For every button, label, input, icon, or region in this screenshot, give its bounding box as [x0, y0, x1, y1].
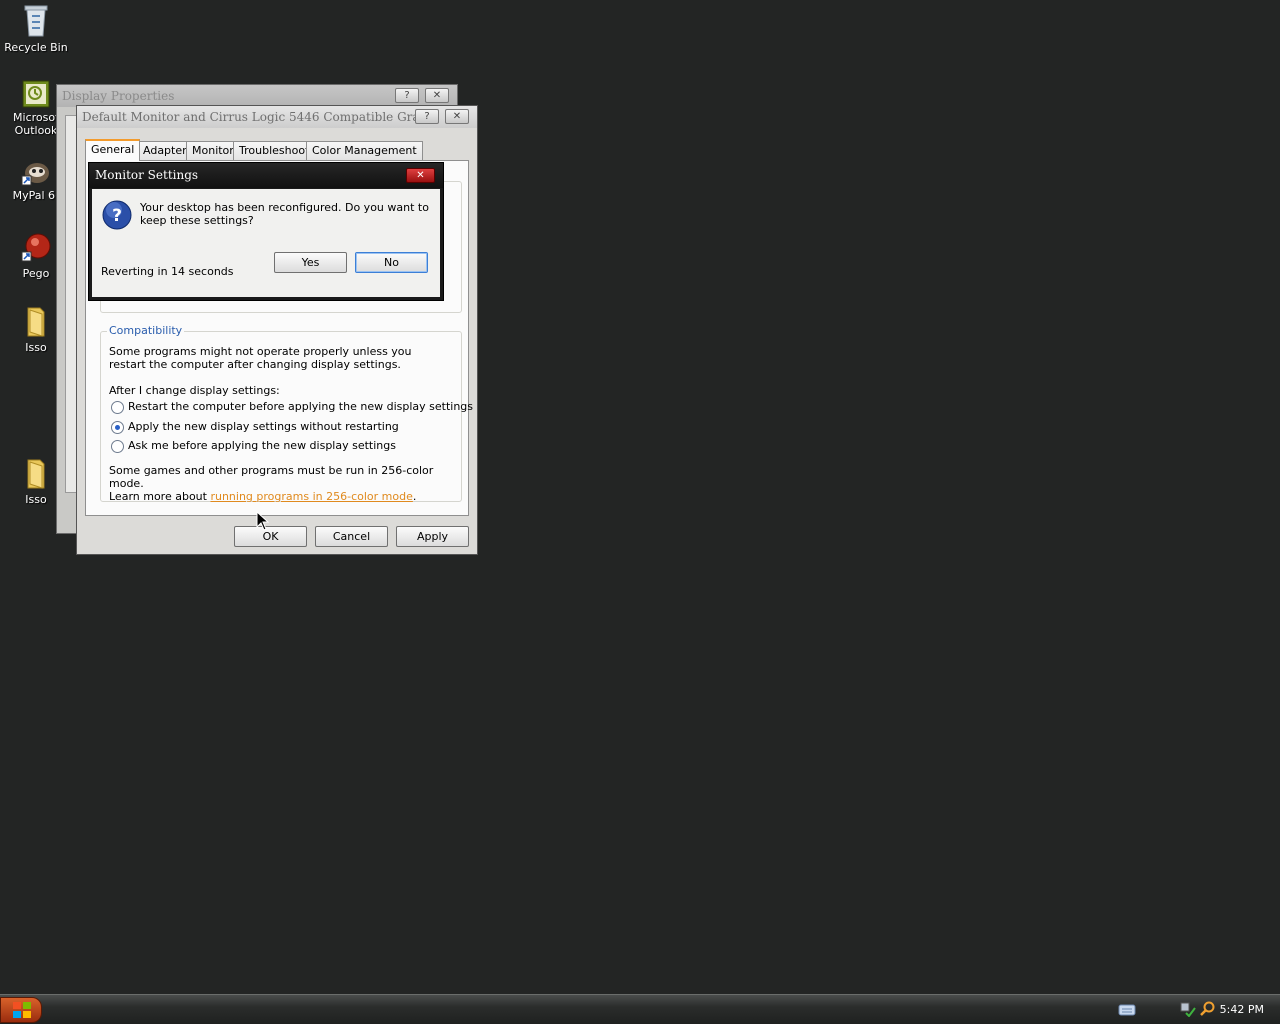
close-button[interactable]: ✕ [445, 109, 469, 124]
taskbar-clock[interactable]: 5:42 PM [1220, 1003, 1264, 1016]
recycle-bin-icon [24, 5, 48, 37]
question-icon: ? [102, 200, 132, 230]
learn-more-link[interactable]: running programs in 256-color mode [210, 490, 412, 503]
radio-button[interactable] [111, 440, 124, 453]
games-text: Some games and other programs must be ru… [109, 464, 434, 490]
tab-color-management[interactable]: Color Management [306, 141, 423, 160]
dialog-body: ? Your desktop has been reconfigured. Do… [92, 189, 440, 297]
folder-icon [27, 459, 45, 489]
mypal-icon [21, 163, 49, 186]
cancel-button[interactable]: Cancel [315, 526, 388, 547]
desktop-icon-recycle-bin[interactable]: Recycle Bin [0, 2, 72, 54]
after-change-label: After I change display settings: [109, 384, 280, 397]
learn-more-prefix: Learn more about [109, 490, 211, 503]
revert-countdown: Reverting in 14 seconds [101, 265, 234, 278]
network-icon[interactable] [1180, 1001, 1196, 1017]
pego-icon [21, 233, 51, 262]
mouse-cursor-icon [256, 511, 270, 531]
dialog-title: Monitor Settings [89, 163, 443, 188]
tab-monitor[interactable]: Monitor [186, 141, 240, 160]
close-button[interactable]: ✕ [406, 168, 435, 183]
folder-icon [27, 307, 45, 337]
no-button[interactable]: No [355, 252, 428, 273]
tab-general[interactable]: General [85, 139, 141, 161]
radio-button[interactable] [111, 421, 124, 434]
compatibility-legend: Compatibility [107, 324, 185, 337]
radio-button[interactable] [111, 401, 124, 414]
start-button[interactable] [0, 997, 42, 1023]
outlook-icon [22, 80, 50, 108]
desktop-icon-label: Recycle Bin [4, 41, 68, 54]
help-button[interactable]: ? [415, 109, 439, 124]
learn-more-suffix: . [412, 490, 417, 503]
help-button[interactable]: ? [395, 88, 419, 103]
monitor-settings-dialog[interactable]: Monitor Settings ✕ ? Your desktop has be… [88, 162, 444, 301]
apply-button[interactable]: Apply [396, 526, 469, 547]
tab-adapter[interactable]: Adapter [137, 141, 193, 160]
svg-text:?: ? [112, 206, 122, 226]
keyboard-icon[interactable] [1118, 1001, 1136, 1017]
games-256-color-text: Some games and other programs must be ru… [109, 464, 449, 503]
search-icon[interactable] [1199, 1001, 1215, 1017]
radio-label: Restart the computer before applying the… [128, 400, 474, 413]
compatibility-intro: Some programs might not operate properly… [109, 345, 412, 371]
tab-troubleshoot[interactable]: Troubleshoot [233, 141, 316, 160]
taskbar: 5:42 PM [0, 994, 1280, 1024]
radio-label: Apply the new display settings without r… [128, 420, 399, 433]
ok-button[interactable]: OK [234, 526, 307, 547]
close-button[interactable]: ✕ [425, 88, 449, 103]
compatibility-group: Compatibility Some programs might not op… [100, 324, 473, 503]
radio-label: Ask me before applying the new display s… [128, 439, 396, 452]
windows-logo-icon [13, 1002, 31, 1018]
dialog-message: Your desktop has been reconfigured. Do y… [140, 201, 429, 227]
yes-button[interactable]: Yes [274, 252, 347, 273]
